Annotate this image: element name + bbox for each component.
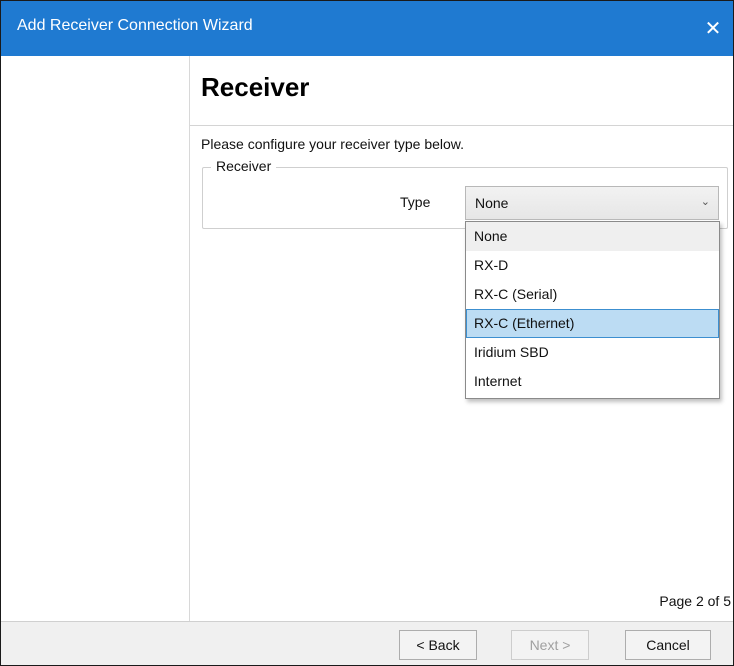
title-bar[interactable]: Add Receiver Connection Wizard ✕	[1, 1, 733, 56]
option-iridium-sbd[interactable]: Iridium SBD	[466, 338, 719, 367]
back-button[interactable]: < Back	[399, 630, 477, 660]
option-rx-c-ethernet[interactable]: RX-C (Ethernet)	[466, 309, 719, 338]
chevron-down-icon: ⌄	[700, 196, 710, 208]
type-label: Type	[400, 194, 431, 210]
close-icon[interactable]: ✕	[693, 1, 733, 56]
selected-value: None	[475, 195, 509, 211]
option-rx-d[interactable]: RX-D	[466, 251, 719, 280]
cancel-button[interactable]: Cancel	[625, 630, 711, 660]
window-title: Add Receiver Connection Wizard	[17, 17, 253, 34]
receiver-type-select[interactable]: None ⌄	[465, 186, 719, 220]
option-none[interactable]: None	[466, 222, 719, 251]
next-button[interactable]: Next >	[511, 630, 589, 660]
page-indicator: Page 2 of 5	[659, 593, 731, 609]
groupbox-label: Receiver	[211, 158, 277, 174]
receiver-type-dropdown: None RX-D RX-C (Serial) RX-C (Ethernet) …	[465, 221, 720, 399]
page-title: Receiver	[201, 72, 310, 102]
option-rx-c-serial[interactable]: RX-C (Serial)	[466, 280, 719, 309]
wizard-window: Add Receiver Connection Wizard ✕ Receive…	[0, 0, 734, 666]
option-internet[interactable]: Internet	[466, 367, 719, 396]
page-header: Receiver	[190, 56, 733, 126]
instructions-text: Please configure your receiver type belo…	[201, 136, 465, 152]
wizard-sidebar	[1, 56, 190, 621]
wizard-footer: < Back Next > Cancel	[1, 621, 733, 665]
